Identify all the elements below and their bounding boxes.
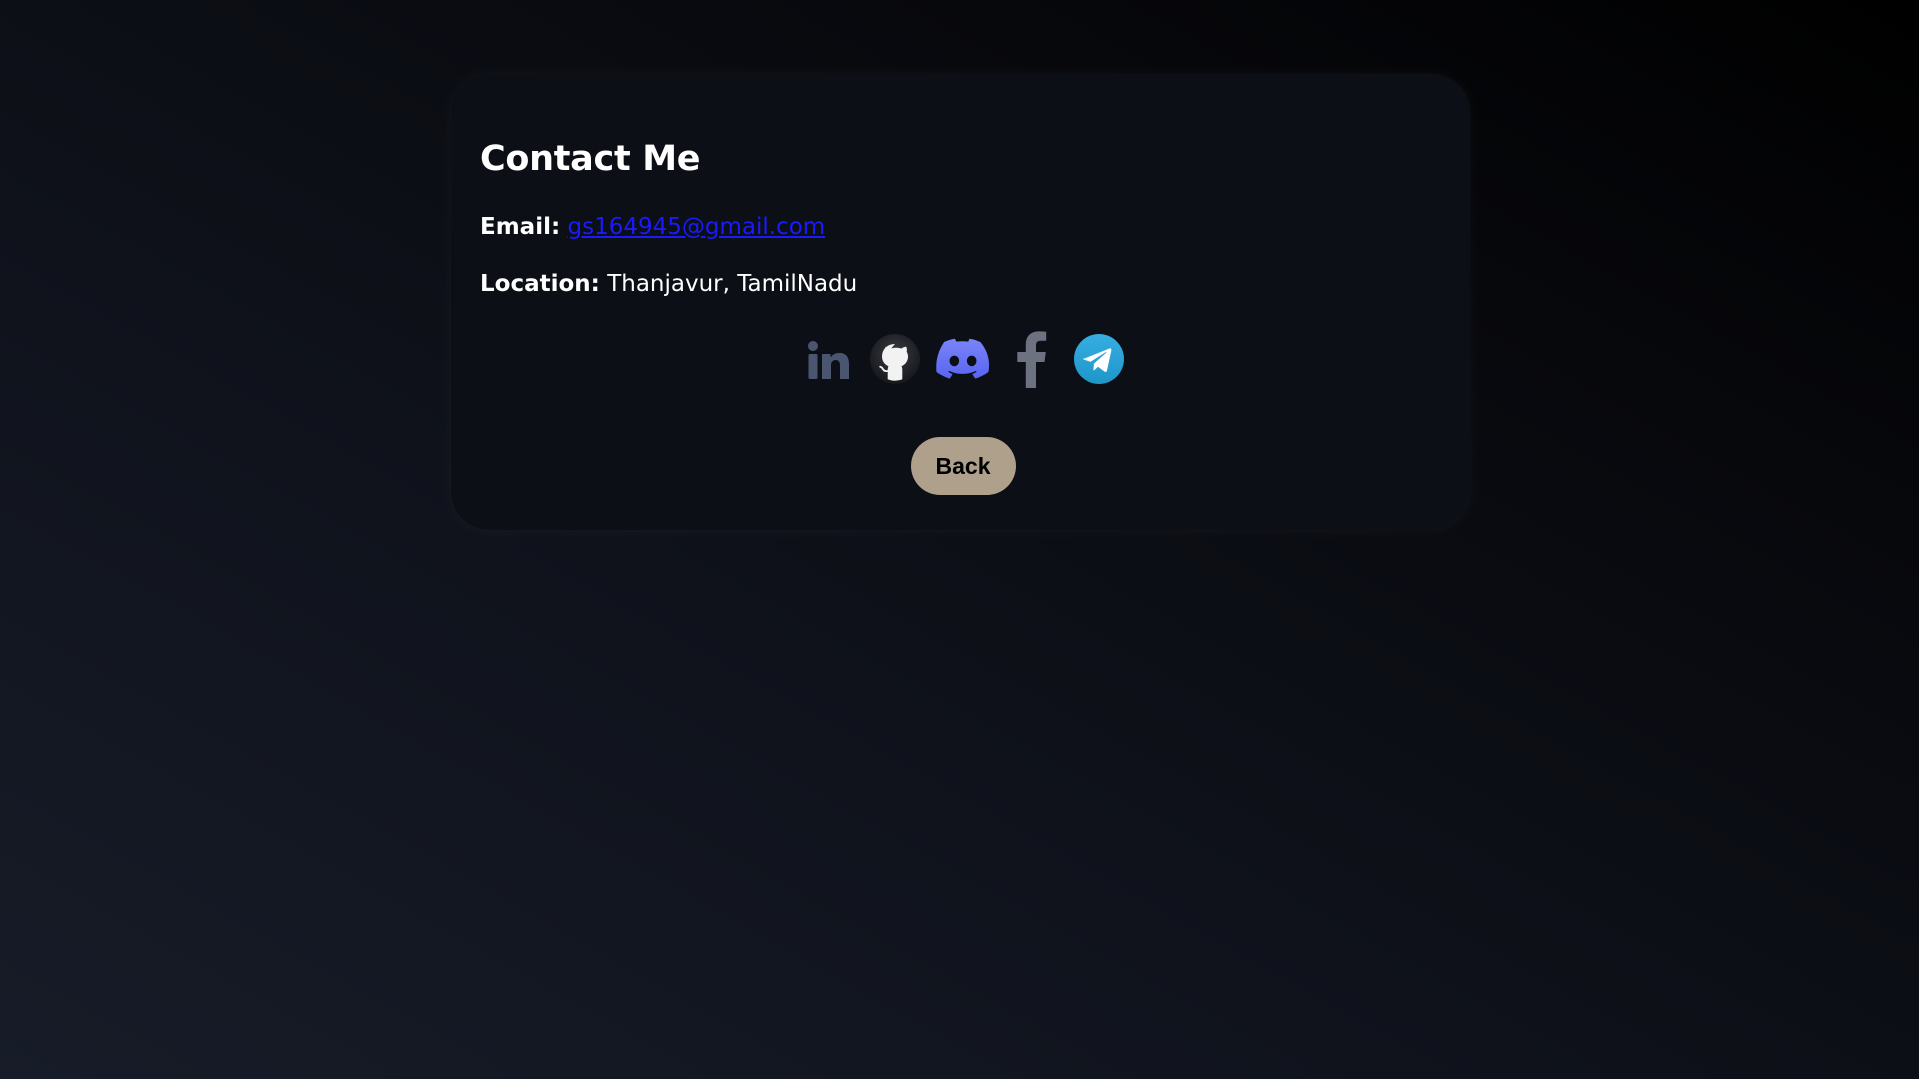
email-row: Email: gs164945@gmail.com	[480, 214, 1441, 242]
github-icon[interactable]	[868, 332, 922, 386]
email-link[interactable]: gs164945@gmail.com	[567, 214, 825, 240]
social-links	[451, 331, 1470, 388]
discord-icon[interactable]	[935, 332, 990, 386]
location-label: Location:	[480, 270, 600, 297]
linkedin-icon[interactable]	[800, 332, 854, 386]
telegram-icon[interactable]	[1072, 332, 1126, 386]
back-button-wrapper: Back	[451, 437, 1470, 495]
contact-card: Contact Me Email: gs164945@gmail.com Loc…	[451, 74, 1470, 530]
back-button[interactable]: Back	[910, 437, 1016, 495]
facebook-icon[interactable]	[1004, 331, 1058, 388]
email-label: Email:	[480, 214, 561, 240]
page-title: Contact Me	[480, 139, 701, 179]
location-row: Location: Thanjavur, TamilNadu	[480, 271, 1441, 299]
location-value: Thanjavur, TamilNadu	[607, 270, 858, 297]
